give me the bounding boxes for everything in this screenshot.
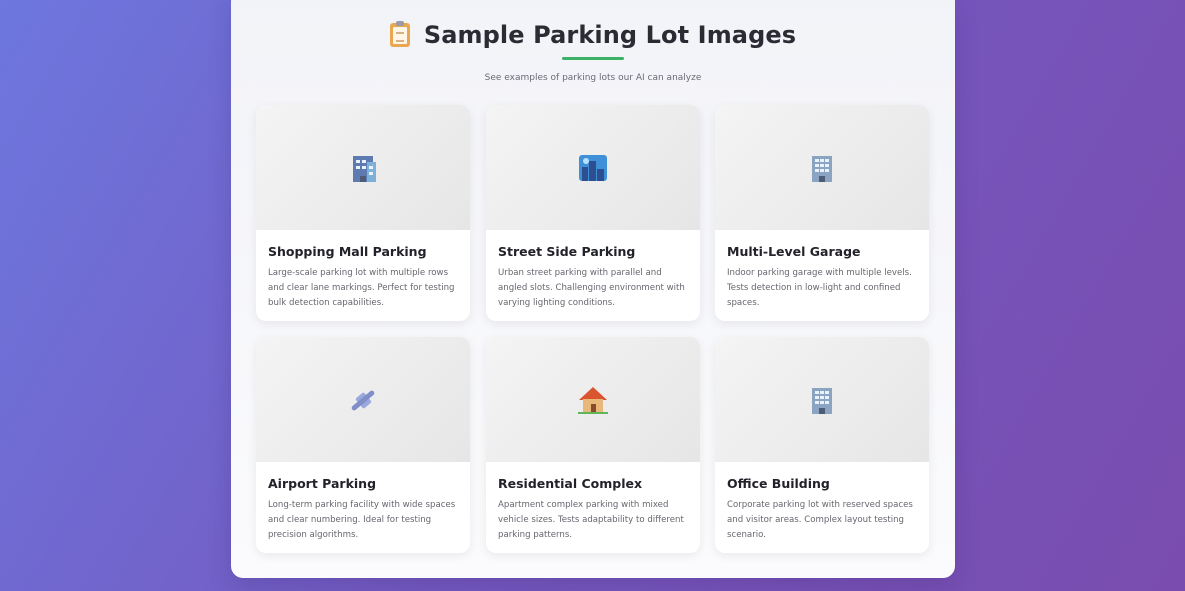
card-image <box>715 105 929 230</box>
card-image <box>715 337 929 462</box>
sample-card-residential[interactable]: Residential Complex Apartment complex pa… <box>486 337 700 553</box>
card-description: Indoor parking garage with multiple leve… <box>727 268 912 308</box>
department-store-icon <box>350 154 376 182</box>
card-title: Residential Complex <box>498 476 643 491</box>
office-building-icon <box>809 386 835 414</box>
card-title: Airport Parking <box>268 476 377 491</box>
samples-panel: Sample Parking Lot Images See examples o… <box>231 0 955 578</box>
sample-card-multi-level-garage[interactable]: Multi-Level Garage Indoor parking garage… <box>715 105 929 321</box>
sample-card-office-building[interactable]: Office Building Corporate parking lot wi… <box>715 337 929 553</box>
page-subtitle: See examples of parking lots our AI can … <box>484 73 702 83</box>
card-description: Corporate parking lot with reserved spac… <box>727 500 913 540</box>
card-image <box>256 337 470 462</box>
card-title: Office Building <box>727 476 830 491</box>
card-description: Large-scale parking lot with multiple ro… <box>268 268 455 308</box>
card-title: Street Side Parking <box>498 244 636 259</box>
card-description: Long-term parking facility with wide spa… <box>268 500 456 540</box>
house-icon <box>578 386 608 414</box>
card-title: Multi-Level Garage <box>727 244 861 259</box>
card-description: Apartment complex parking with mixed veh… <box>498 500 684 540</box>
airplane-icon <box>347 385 379 415</box>
section-header: Sample Parking Lot Images See examples o… <box>231 18 955 83</box>
title-row: Sample Parking Lot Images <box>231 18 955 52</box>
title-underline <box>562 57 624 60</box>
card-image <box>486 105 700 230</box>
card-image <box>256 105 470 230</box>
page-title: Sample Parking Lot Images <box>423 21 797 49</box>
cityscape-icon <box>579 154 607 181</box>
sample-card-shopping-mall[interactable]: Shopping Mall Parking Large-scale parkin… <box>256 105 470 321</box>
card-image <box>486 337 700 462</box>
sample-card-street-side[interactable]: Street Side Parking Urban street parking… <box>486 105 700 321</box>
card-title: Shopping Mall Parking <box>268 244 427 259</box>
card-description: Urban street parking with parallel and a… <box>498 268 685 308</box>
clipboard-icon <box>389 21 410 47</box>
sample-card-airport[interactable]: Airport Parking Long-term parking facili… <box>256 337 470 553</box>
office-building-icon <box>809 154 835 182</box>
